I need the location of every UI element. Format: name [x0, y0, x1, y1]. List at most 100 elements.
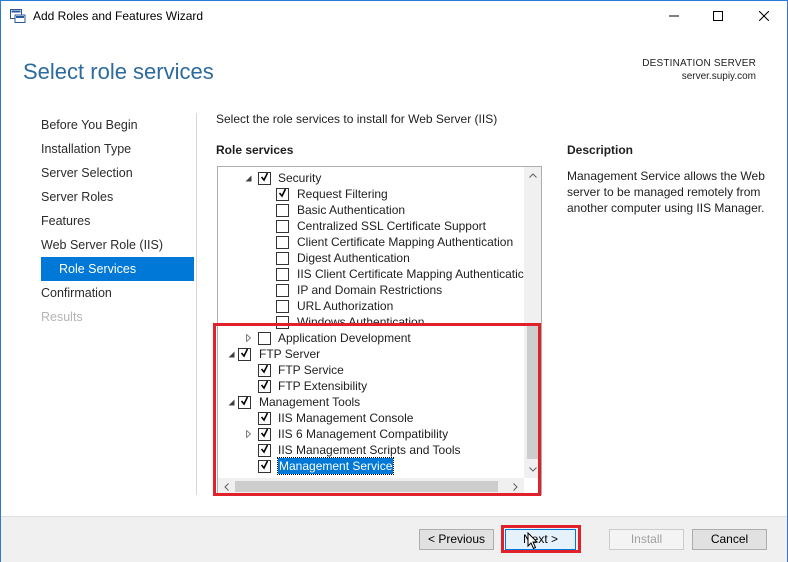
tree-item[interactable]: Client Certificate Mapping Authenticatio…	[218, 234, 524, 250]
checkbox-checked[interactable]	[258, 172, 271, 185]
checkbox-checked[interactable]	[238, 348, 251, 361]
checkbox-unchecked[interactable]	[276, 204, 289, 217]
tree-item-label: IIS Management Console	[278, 411, 414, 425]
tree-collapsed-icon[interactable]	[243, 426, 253, 442]
scroll-up-button[interactable]	[524, 167, 541, 184]
window-title: Add Roles and Features Wizard	[33, 9, 204, 23]
tree-item[interactable]: Request Filtering	[218, 186, 524, 202]
close-icon	[759, 11, 769, 21]
nav-item-installation-type[interactable]: Installation Type	[41, 137, 194, 161]
tree-item[interactable]: IP and Domain Restrictions	[218, 282, 524, 298]
minimize-icon	[669, 15, 679, 17]
checkbox-checked[interactable]	[238, 396, 251, 409]
server-manager-icon	[10, 9, 26, 23]
tree-expanded-icon[interactable]	[226, 394, 236, 410]
tree-item[interactable]: URL Authorization	[218, 298, 524, 314]
tree-item-label: IP and Domain Restrictions	[297, 283, 443, 297]
tree-item[interactable]: Centralized SSL Certificate Support	[218, 218, 524, 234]
cancel-button[interactable]: Cancel	[692, 529, 767, 550]
tree-item[interactable]: Application Development	[218, 330, 524, 346]
checkbox-checked[interactable]	[258, 428, 271, 441]
tree-list: Security Request Filtering Basic Authentic…	[218, 170, 524, 475]
nav-item-features[interactable]: Features	[41, 209, 194, 233]
tree-expanded-icon[interactable]	[226, 346, 236, 362]
tree-item[interactable]: FTP Extensibility	[218, 378, 524, 394]
checkbox-checked[interactable]	[276, 188, 289, 201]
tree-collapsed-icon[interactable]	[243, 330, 253, 346]
tree-item[interactable]: Management Service	[218, 457, 524, 475]
tree-item-label: Management Tools	[259, 395, 361, 409]
scroll-down-button[interactable]	[524, 461, 541, 478]
minimize-button[interactable]	[651, 1, 697, 31]
tree-item-label: FTP Extensibility	[278, 379, 368, 393]
checkbox-unchecked[interactable]	[276, 252, 289, 265]
tree-item-label: Management Service	[276, 457, 395, 475]
install-button[interactable]: Install	[609, 529, 684, 550]
tree-item[interactable]: IIS Client Certificate Mapping Authentic…	[218, 266, 524, 282]
checkbox-unchecked[interactable]	[276, 236, 289, 249]
tree-item-label: IIS Management Scripts and Tools	[278, 443, 461, 457]
nav-item-before-you-begin[interactable]: Before You Begin	[41, 113, 194, 137]
scroll-left-button[interactable]	[218, 478, 235, 494]
chevron-up-icon	[528, 173, 537, 178]
title-bar[interactable]: Add Roles and Features Wizard	[1, 1, 787, 31]
next-button[interactable]: Next >	[505, 529, 576, 550]
previous-button[interactable]: < Previous	[419, 529, 494, 550]
description-text: Management Service allows the Web server…	[567, 169, 765, 215]
checkbox-unchecked[interactable]	[276, 220, 289, 233]
checkbox-unchecked[interactable]	[276, 300, 289, 313]
checkbox-unchecked[interactable]	[276, 268, 289, 281]
tree-item-label: Application Development	[278, 331, 411, 345]
chevron-right-icon	[513, 482, 518, 491]
checkbox-checked[interactable]	[258, 364, 271, 377]
tree-item[interactable]: IIS Management Scripts and Tools	[218, 442, 524, 458]
checkbox-unchecked[interactable]	[258, 332, 271, 345]
mouse-cursor-icon	[527, 532, 539, 550]
nav-item-server-roles[interactable]: Server Roles	[41, 185, 194, 209]
nav-item-results: Results	[41, 310, 83, 324]
role-services-tree[interactable]: Security Request Filtering Basic Authentic…	[217, 166, 542, 495]
tree-item-label: Request Filtering	[297, 187, 388, 201]
checkbox-unchecked[interactable]	[276, 316, 289, 329]
checkbox-unchecked[interactable]	[276, 284, 289, 297]
tree-item[interactable]: IIS Management Console	[218, 410, 524, 426]
maximize-button[interactable]	[695, 1, 741, 31]
tree-item-label: URL Authorization	[297, 299, 394, 313]
tree-item[interactable]: FTP Service	[218, 362, 524, 378]
nav-item-web-server-role-iis[interactable]: Web Server Role (IIS)	[41, 233, 194, 257]
tree-expanded-icon[interactable]	[243, 170, 253, 186]
nav-divider	[196, 113, 197, 495]
tree-item-label: IIS 6 Management Compatibility	[278, 427, 449, 441]
checkbox-checked[interactable]	[258, 412, 271, 425]
checkbox-checked[interactable]	[258, 444, 271, 457]
tree-item-label: Security	[278, 171, 322, 185]
tree-item[interactable]: Management Tools	[218, 394, 524, 410]
destination-server-value: server.supiy.com	[681, 71, 756, 82]
tree-item[interactable]: Windows Authentication	[218, 314, 524, 330]
nav-item-role-services[interactable]: Role Services	[41, 257, 194, 281]
vertical-scrollbar[interactable]	[524, 167, 541, 478]
close-button[interactable]	[741, 1, 787, 31]
vertical-scroll-thumb[interactable]	[527, 325, 538, 459]
maximize-icon	[713, 11, 723, 21]
checkbox-checked[interactable]	[258, 380, 271, 393]
tree-item[interactable]: Digest Authentication	[218, 250, 524, 266]
tree-item-label: IIS Client Certificate Mapping Authentic…	[297, 267, 524, 281]
horizontal-scroll-thumb[interactable]	[235, 481, 498, 492]
tree-item-label: Client Certificate Mapping Authenticatio…	[297, 235, 514, 249]
tree-item[interactable]: IIS 6 Management Compatibility	[218, 426, 524, 442]
tree-item-label: FTP Service	[278, 363, 344, 377]
checkbox-checked[interactable]	[258, 460, 271, 473]
horizontal-scrollbar[interactable]	[218, 478, 524, 494]
chevron-down-icon	[528, 467, 537, 472]
scroll-right-button[interactable]	[507, 478, 524, 494]
tree-item[interactable]: Basic Authentication	[218, 202, 524, 218]
tree-item[interactable]: Security	[218, 170, 524, 186]
nav-item-confirmation[interactable]: Confirmation	[41, 281, 194, 305]
nav-item-server-selection[interactable]: Server Selection	[41, 161, 194, 185]
tree-item-label: Basic Authentication	[297, 203, 406, 217]
destination-server-label: DESTINATION SERVER	[642, 58, 756, 69]
tree-item[interactable]: FTP Server	[218, 346, 524, 362]
description-heading: Description	[567, 143, 634, 157]
tree-item-label: Centralized SSL Certificate Support	[297, 219, 486, 233]
